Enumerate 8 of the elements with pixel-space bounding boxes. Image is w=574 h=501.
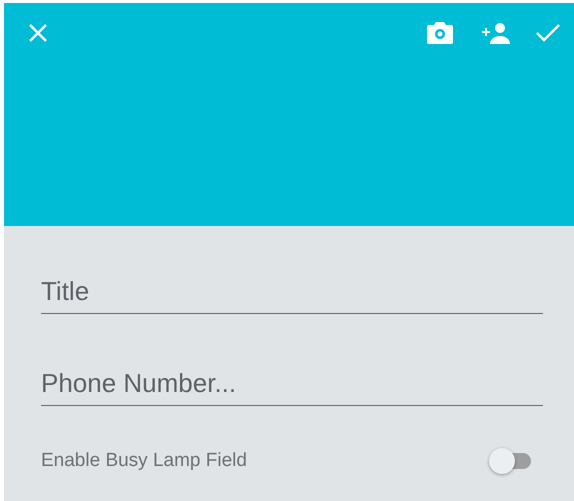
text-field[interactable]: Phone Number...: [41, 368, 543, 406]
check-icon: [536, 24, 560, 42]
toggle-switch[interactable]: [489, 448, 531, 474]
toggle-label: Enable Busy Lamp Field: [41, 450, 247, 472]
add-person-icon: [480, 22, 510, 44]
close-icon: [28, 23, 48, 43]
text-field[interactable]: Title: [41, 276, 543, 314]
camera-icon: [426, 21, 454, 45]
